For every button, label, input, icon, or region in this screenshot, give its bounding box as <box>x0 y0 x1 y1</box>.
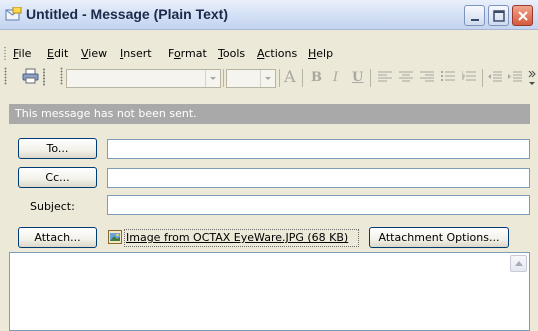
maximize-icon <box>493 10 505 22</box>
menu-actions[interactable]: Actions <box>257 47 297 60</box>
formatting-toolbar: A B I U <box>0 62 538 89</box>
menu-tools[interactable]: Tools <box>218 47 245 60</box>
attachment-options-label: Attachment Options... <box>378 231 500 244</box>
menu-edit[interactable]: Edit <box>47 47 68 60</box>
italic-button[interactable]: I <box>333 70 338 89</box>
bold-button[interactable]: B <box>311 70 322 89</box>
font-name-combo[interactable] <box>66 69 221 88</box>
align-right-icon[interactable] <box>420 71 434 82</box>
cc-button[interactable]: Cc... <box>18 167 97 188</box>
close-icon <box>518 11 528 21</box>
toolbar-grip-2[interactable] <box>60 67 63 85</box>
image-file-icon <box>108 230 122 244</box>
attach-button[interactable]: Attach... <box>18 227 97 248</box>
menu-bar: File Edit View Insert Format Tools Actio… <box>0 43 538 63</box>
attachment-options-button[interactable]: Attachment Options... <box>369 227 509 248</box>
minimize-icon <box>471 19 479 21</box>
minimize-button[interactable] <box>464 5 485 26</box>
to-button-label: To... <box>46 142 69 155</box>
font-size-combo[interactable] <box>226 69 276 88</box>
maximize-button[interactable] <box>488 5 509 26</box>
to-button[interactable]: To... <box>18 138 97 159</box>
attachment-filename[interactable]: Image from OCTAX EyeWare.JPG (68 KB) <box>126 231 348 244</box>
align-center-icon[interactable] <box>399 71 413 82</box>
subject-label: Subject: <box>30 200 75 213</box>
toolbar-separator <box>279 69 280 87</box>
window-title: Untitled - Message (Plain Text) <box>26 6 228 22</box>
toolbar-separator <box>302 69 303 87</box>
align-left-icon[interactable] <box>378 71 392 82</box>
attach-button-label: Attach... <box>34 231 81 244</box>
scroll-up-arrow-icon[interactable] <box>510 255 527 272</box>
toolbar-grip[interactable] <box>4 67 7 85</box>
menu-help[interactable]: Help <box>308 47 333 60</box>
print-icon[interactable] <box>22 68 39 84</box>
subject-field[interactable] <box>107 195 530 215</box>
toolbar-options-chevron-icon[interactable] <box>527 68 536 88</box>
menu-insert[interactable]: Insert <box>120 47 152 60</box>
increase-indent-icon[interactable] <box>508 71 522 82</box>
underline-button[interactable]: U <box>352 70 363 89</box>
toolbar-separator <box>223 69 224 87</box>
toolbar-overflow-grip[interactable] <box>42 68 46 86</box>
message-icon <box>5 7 22 21</box>
not-sent-infobar: This message has not been sent. <box>9 104 530 124</box>
menubar-grip[interactable] <box>4 46 6 60</box>
message-window: Untitled - Message (Plain Text) File Edi… <box>0 0 538 331</box>
menu-view[interactable]: View <box>81 47 107 60</box>
to-field[interactable] <box>107 139 530 159</box>
message-body[interactable] <box>9 252 530 331</box>
title-bar[interactable]: Untitled - Message (Plain Text) <box>0 0 538 30</box>
menu-format[interactable]: Format <box>168 47 207 60</box>
bullets-icon[interactable] <box>441 71 455 82</box>
chevron-down-icon[interactable] <box>260 70 275 87</box>
numbering-icon[interactable] <box>462 71 476 82</box>
cc-field[interactable] <box>107 168 530 188</box>
close-button[interactable] <box>512 5 533 26</box>
decrease-indent-icon[interactable] <box>488 71 502 82</box>
menu-file[interactable]: File <box>13 47 31 60</box>
toolbar-separator <box>370 69 371 87</box>
font-color-button[interactable]: A <box>284 67 296 86</box>
toolbar-separator <box>482 69 483 87</box>
cc-button-label: Cc... <box>45 171 70 184</box>
chevron-down-icon[interactable] <box>205 70 220 87</box>
